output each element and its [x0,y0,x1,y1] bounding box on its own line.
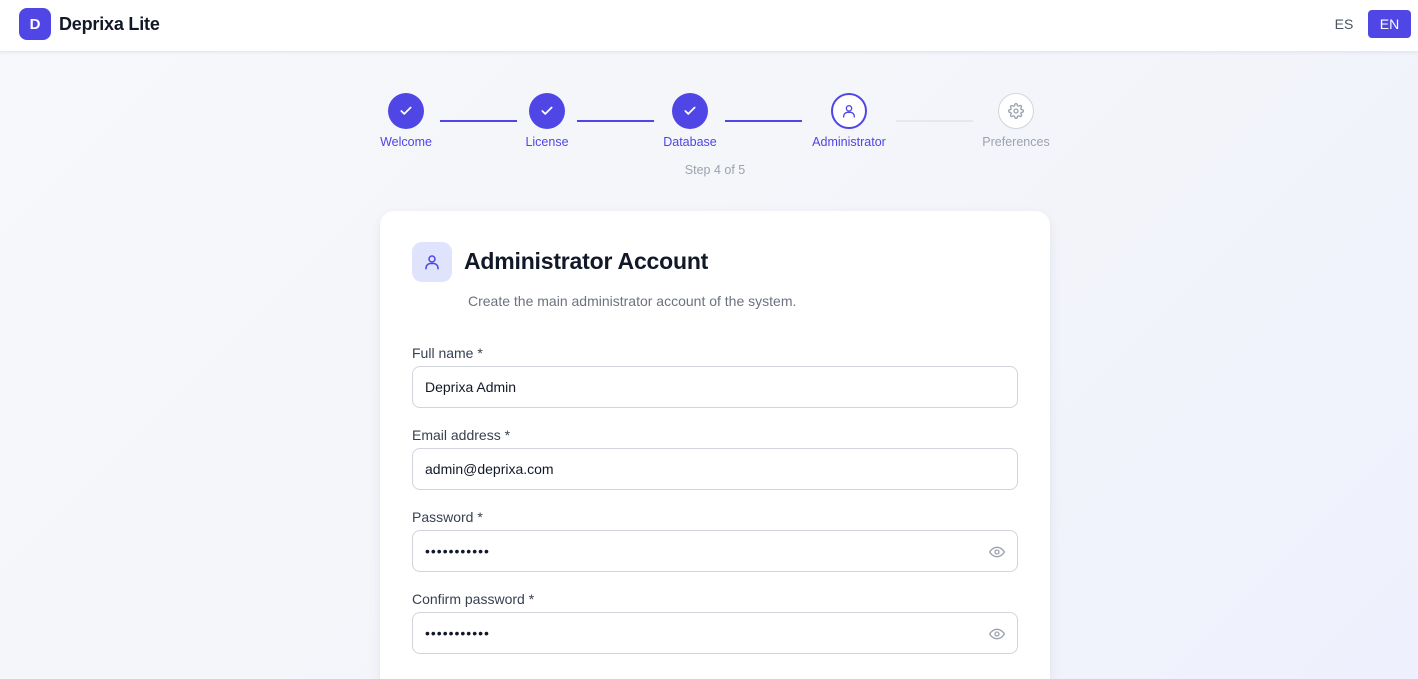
email-label: Email address * [412,427,511,443]
user-icon [425,255,439,270]
step-connector [896,120,973,122]
step-administrator-label: Administrator [812,135,886,149]
check-icon [400,106,412,115]
confirm-password-label: Confirm password * [412,591,535,607]
step-connector [440,120,517,122]
step-connector [725,120,802,122]
step-counter: Step 4 of 5 [684,163,746,177]
card-icon-badge [412,242,452,282]
email-input[interactable] [413,449,1017,489]
step-welcome-label: Welcome [380,135,432,149]
setup-stepper: Welcome License Database Administrator P… [0,0,1418,200]
step-license-label: License [525,135,569,149]
check-icon [541,106,553,115]
step-connector [577,120,654,122]
full-name-label: Full name * [412,345,483,361]
step-preferences-label: Preferences [982,135,1050,149]
step-database-label: Database [663,135,717,149]
eye-icon[interactable] [989,626,1005,642]
step-preferences[interactable] [998,93,1034,129]
check-icon [684,106,696,115]
step-license[interactable] [529,93,565,129]
confirm-password-input[interactable] [413,613,1017,653]
password-field-wrapper [412,530,1018,572]
full-name-input[interactable] [413,367,1017,407]
password-input[interactable] [413,531,1017,571]
user-icon [843,105,855,118]
card-title: Administrator Account [464,248,709,274]
confirm-password-field-wrapper [412,612,1018,654]
full-name-field-wrapper [412,366,1018,408]
email-field-wrapper [412,448,1018,490]
eye-icon[interactable] [989,544,1005,560]
gear-icon [1008,103,1024,119]
step-administrator[interactable] [831,93,867,129]
step-welcome[interactable] [388,93,424,129]
card-subtitle: Create the main administrator account of… [468,293,797,309]
step-database[interactable] [672,93,708,129]
administrator-card: Administrator Account Create the main ad… [380,211,1050,679]
password-label: Password * [412,509,483,525]
